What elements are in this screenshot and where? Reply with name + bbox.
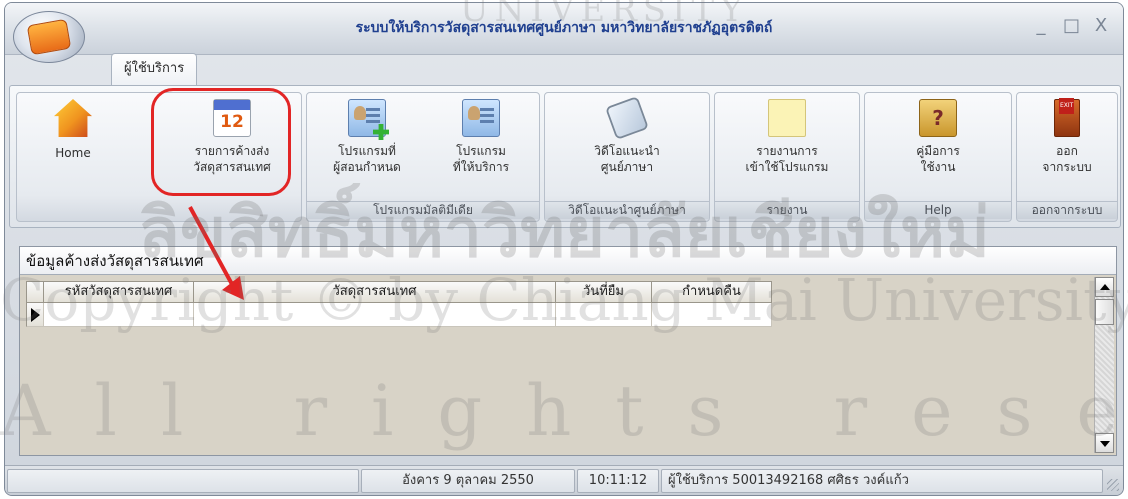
- report-line2: เข้าใช้โปรแกรม: [745, 160, 829, 174]
- group-label-exit: ออกจากระบบ: [1017, 201, 1117, 219]
- tab-user-service[interactable]: ผู้ใช้บริการ: [111, 53, 198, 85]
- row-selector[interactable]: [26, 303, 44, 327]
- column-header-due-date[interactable]: กำหนดคืน: [652, 281, 772, 303]
- video-intro-button[interactable]: วิดีโอแนะนำ ศูนย์ภาษา: [549, 96, 705, 201]
- ribbon-group-exit: ออก จากระบบ ออกจากระบบ: [1016, 92, 1118, 222]
- home-label: Home: [55, 146, 91, 160]
- video-line2: ศูนย์ภาษา: [600, 160, 654, 174]
- pending-data-panel: ข้อมูลค้างส่งวัสดุสารสนเทศ รหัสวัสดุสารส…: [19, 246, 1117, 456]
- panel-title: ข้อมูลค้างส่งวัสดุสารสนเทศ: [20, 247, 1116, 275]
- cell-borrow-date[interactable]: [556, 303, 652, 327]
- resize-grip[interactable]: [1107, 479, 1119, 491]
- app-logo-icon: [26, 18, 72, 56]
- group-label-help: Help: [865, 201, 1011, 219]
- teacher-program-line2: ผู้สอนกำหนด: [333, 160, 401, 174]
- teacher-program-line1: โปรแกรมที่: [338, 144, 396, 158]
- column-header-code[interactable]: รหัสวัสดุสารสนเทศ: [44, 281, 194, 303]
- user-manual-button[interactable]: ? คู่มือการ ใช้งาน: [869, 97, 1007, 201]
- window-title: ระบบให้บริการวัสดุสารสนเทศศูนย์ภาษา มหาว…: [355, 20, 773, 36]
- highlight-circle: [151, 88, 291, 196]
- column-header-borrow-date[interactable]: วันที่ยืม: [556, 281, 652, 303]
- status-bar: อังคาร 9 ตุลาคม 2550 10:11:12 ผู้ใช้บริก…: [5, 465, 1123, 495]
- help-book-icon: ?: [919, 99, 957, 137]
- video-line1: วิดีโอแนะนำ: [594, 144, 660, 158]
- exit-door-icon: [1054, 98, 1080, 137]
- home-icon: [54, 99, 92, 137]
- report-line1: รายงานการ: [756, 144, 818, 158]
- manual-line2: ใช้งาน: [920, 160, 956, 174]
- group-label-multimedia: โปรแกรมมัลติมีเดีย: [307, 201, 539, 219]
- row-pointer-icon: [31, 308, 40, 322]
- status-time: 10:11:12: [577, 469, 659, 493]
- grid-header: รหัสวัสดุสารสนเทศ วัสดุสารสนเทศ วันที่ยื…: [26, 281, 772, 303]
- cell-code[interactable]: [44, 303, 194, 327]
- exit-line1: ออก: [1056, 144, 1078, 158]
- exit-line2: จากระบบ: [1042, 160, 1092, 174]
- user-card-icon: [462, 99, 500, 137]
- scroll-thumb[interactable]: [1095, 299, 1114, 325]
- maximize-button[interactable]: □: [1063, 15, 1080, 36]
- group-label-report: รายงาน: [715, 201, 859, 219]
- home-button[interactable]: Home: [23, 97, 123, 201]
- row-selector-header[interactable]: [26, 281, 44, 303]
- minimize-button[interactable]: _: [1033, 15, 1049, 36]
- ribbon-group-report: รายงานการ เข้าใช้โปรแกรม รายงาน: [714, 92, 860, 222]
- teacher-program-button[interactable]: โปรแกรมที่ ผู้สอนกำหนด: [311, 97, 423, 201]
- ribbon-group-multimedia: โปรแกรมที่ ผู้สอนกำหนด โปรแกรม ที่ให้บริ…: [306, 92, 540, 222]
- pending-grid[interactable]: รหัสวัสดุสารสนเทศ วัสดุสารสนเทศ วันที่ยื…: [26, 281, 772, 327]
- table-row[interactable]: [26, 303, 772, 327]
- title-bar: ระบบให้บริการวัสดุสารสนเทศศูนย์ภาษา มหาว…: [5, 3, 1123, 55]
- manual-line1: คู่มือการ: [916, 144, 960, 158]
- service-program-line1: โปรแกรม: [456, 144, 506, 158]
- app-window: ระบบให้บริการวัสดุสารสนเทศศูนย์ภาษา มหาว…: [4, 2, 1124, 496]
- service-program-line2: ที่ให้บริการ: [452, 160, 510, 174]
- document-icon: [768, 99, 806, 137]
- film-icon: [605, 96, 649, 140]
- scroll-down-button[interactable]: [1095, 433, 1114, 453]
- close-button[interactable]: X: [1093, 15, 1109, 36]
- service-program-button[interactable]: โปรแกรม ที่ให้บริการ: [425, 97, 537, 201]
- window-controls: _ □ X: [1033, 15, 1109, 36]
- plus-icon: [373, 124, 389, 140]
- vertical-scrollbar[interactable]: [1094, 277, 1114, 453]
- status-user: ผู้ใช้บริการ 50013492168 ศศิธร วงค์แก้ว: [661, 469, 1103, 493]
- scroll-up-button[interactable]: [1095, 277, 1114, 297]
- status-date: อังคาร 9 ตุลาคม 2550: [361, 469, 575, 493]
- status-cell-empty: [7, 469, 359, 493]
- group-label-video: วิดีโอแนะนำศูนย์ภาษา: [545, 201, 709, 219]
- user-add-icon: [348, 99, 389, 140]
- cell-item[interactable]: [194, 303, 556, 327]
- ribbon-group-help: ? คู่มือการ ใช้งาน Help: [864, 92, 1012, 222]
- exit-system-button[interactable]: ออก จากระบบ: [1019, 97, 1115, 201]
- cell-due-date[interactable]: [652, 303, 772, 327]
- app-menu-button[interactable]: [13, 11, 85, 63]
- usage-report-button[interactable]: รายงานการ เข้าใช้โปรแกรม: [719, 97, 855, 201]
- ribbon-group-video: วิดีโอแนะนำ ศูนย์ภาษา วิดีโอแนะนำศูนย์ภา…: [544, 92, 710, 222]
- column-header-item[interactable]: วัสดุสารสนเทศ: [194, 281, 556, 303]
